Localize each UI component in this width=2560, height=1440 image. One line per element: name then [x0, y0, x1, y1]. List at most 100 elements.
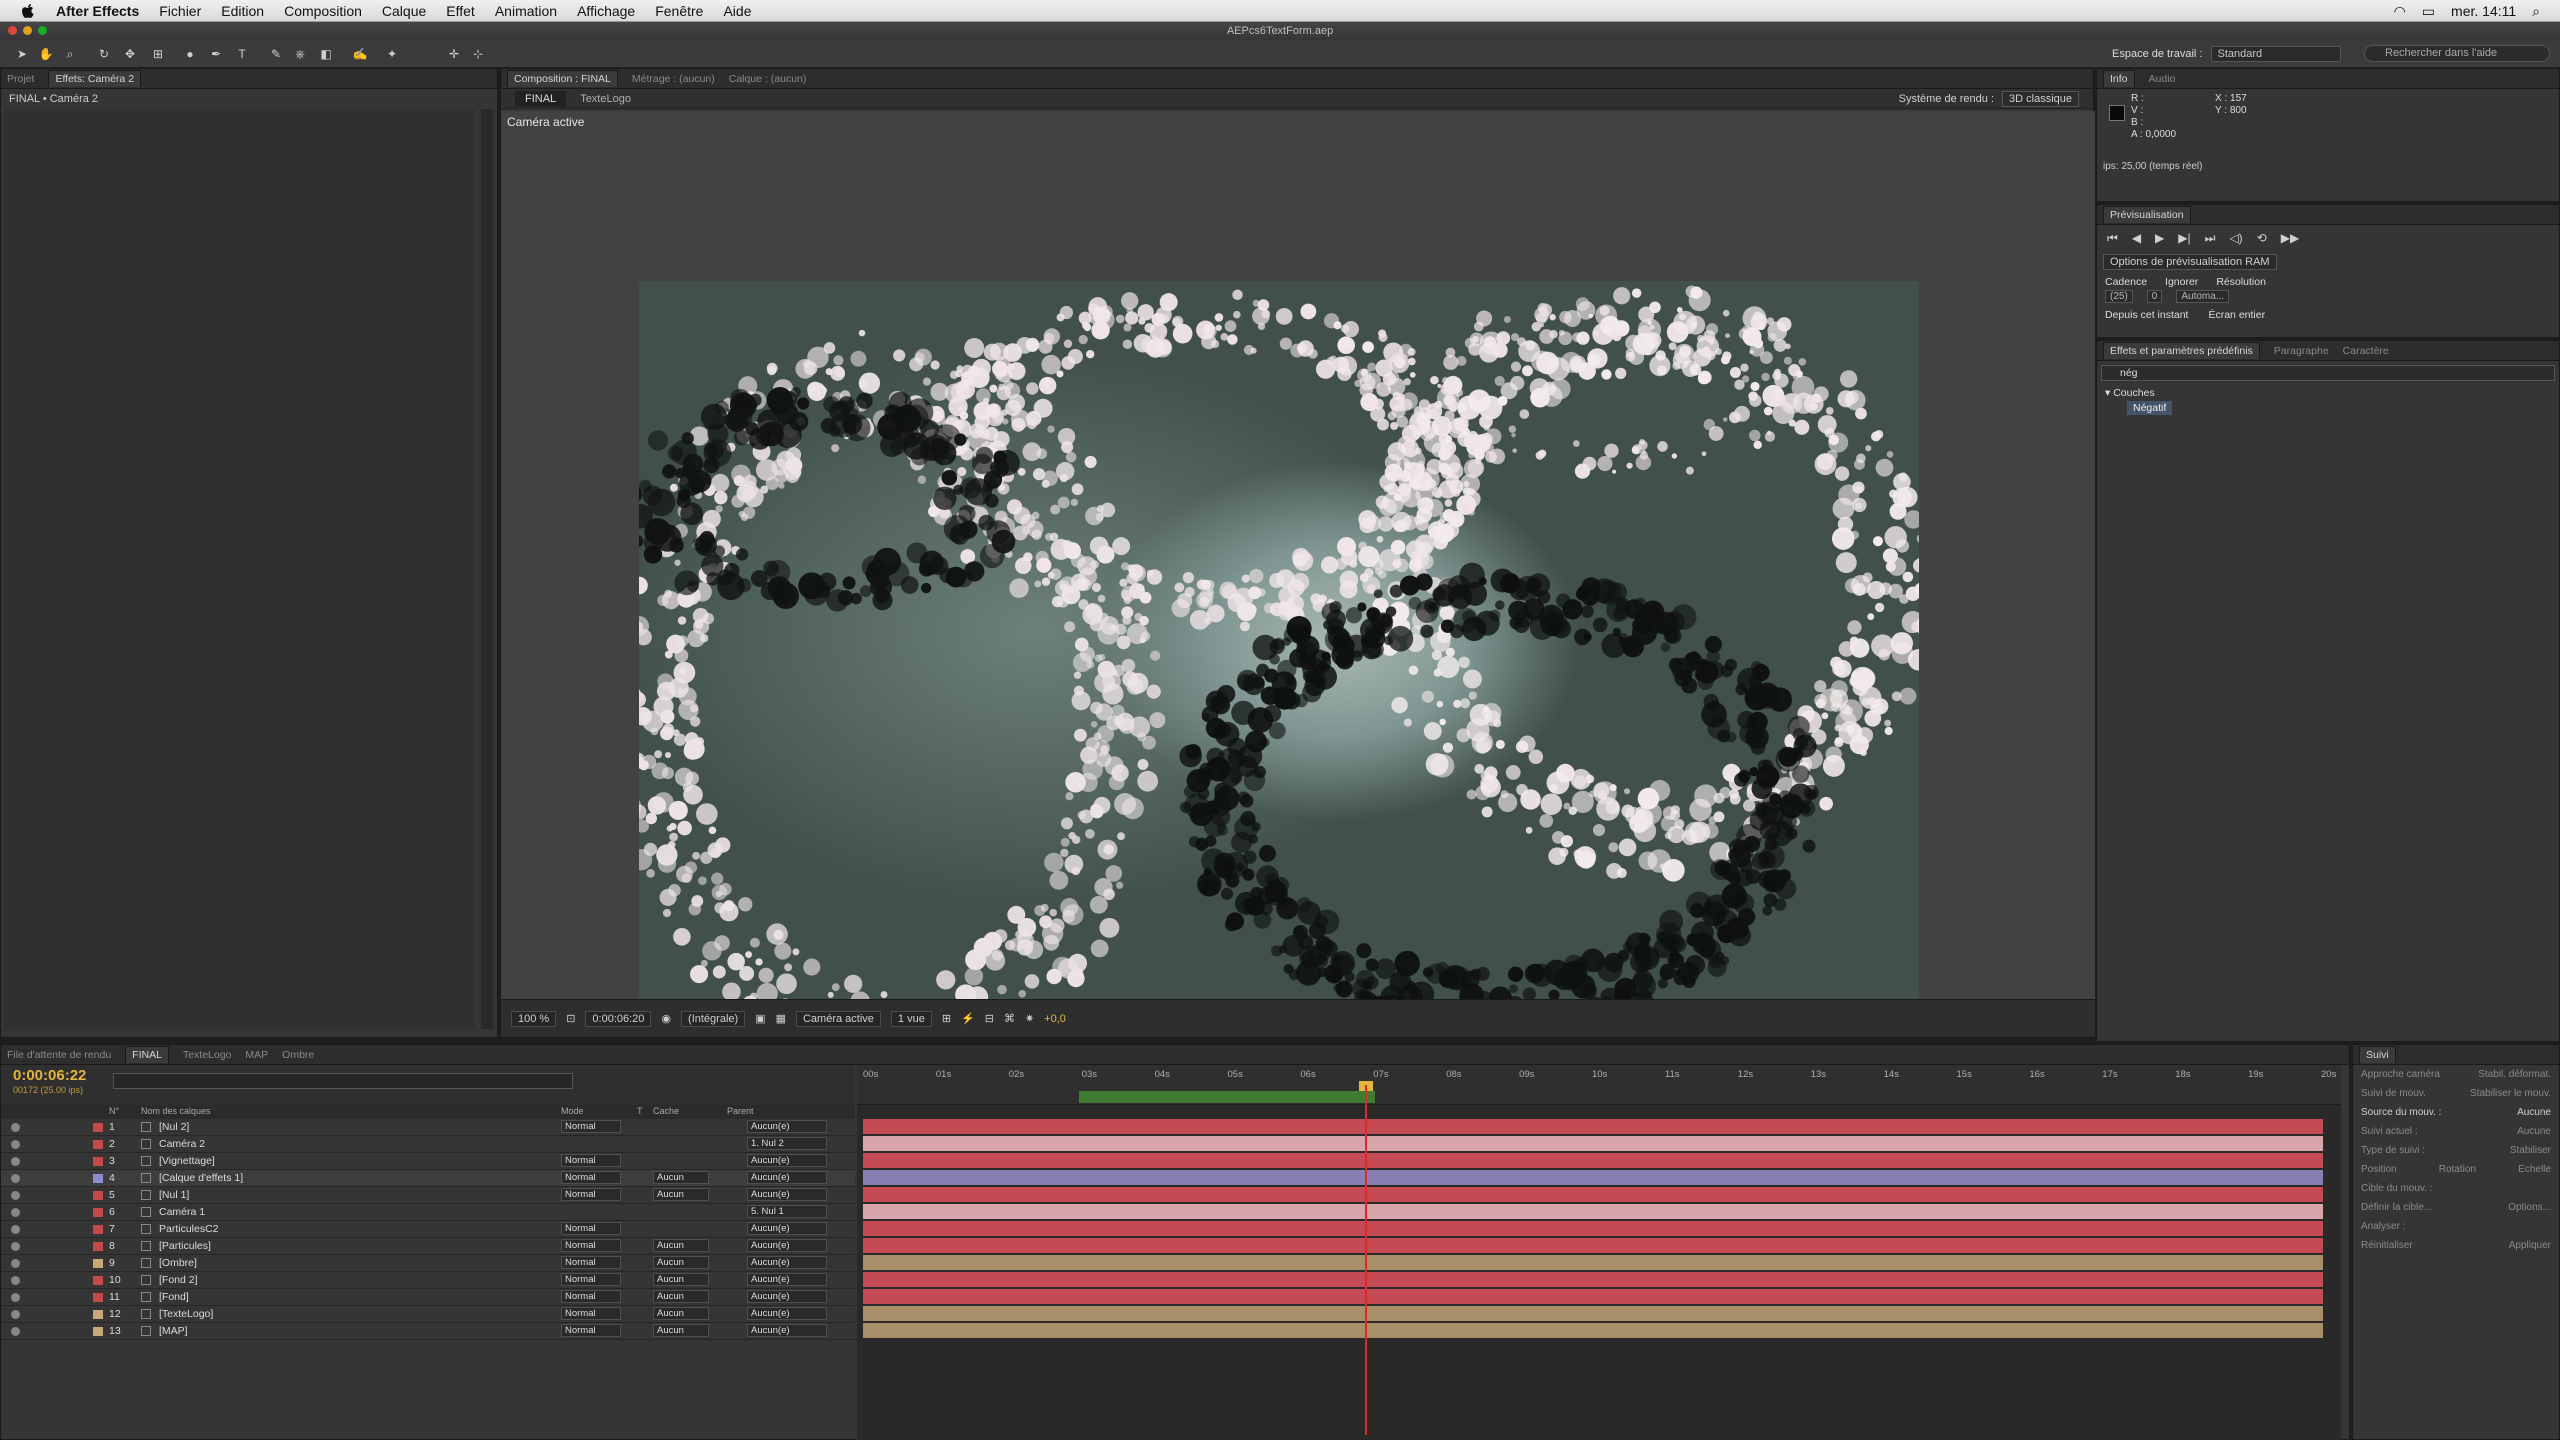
track-matte-dropdown[interactable]: Aucun: [653, 1171, 709, 1184]
layer-duration-bar[interactable]: [863, 1289, 2323, 1304]
rotate-tool-icon[interactable]: ↻: [96, 46, 112, 62]
layer-duration-bar[interactable]: [863, 1306, 2323, 1321]
time-ruler[interactable]: 00s 01s 02s 03s 04s 05s 06s 07s 08s 09s 10s 11s 12s 1…: [857, 1065, 2341, 1105]
visibility-eye-icon[interactable]: [11, 1225, 20, 1234]
layer-duration-bar[interactable]: [863, 1119, 2323, 1134]
transparency-grid-icon[interactable]: ▦: [776, 1012, 786, 1025]
ram-preview-icon[interactable]: ▶▶: [2281, 231, 2299, 246]
current-time-display[interactable]: 0:00:06:20: [585, 1010, 652, 1027]
label-color-swatch[interactable]: [93, 1191, 103, 1200]
tab-effect-controls[interactable]: Effets: Caméra 2: [48, 70, 142, 87]
exposure-icon[interactable]: ✷: [1025, 1012, 1034, 1025]
apple-logo-icon[interactable]: [18, 1, 38, 21]
tracker-row[interactable]: Définir la cible... Options...: [2353, 1198, 2559, 1217]
current-time-indicator[interactable]: [1365, 1085, 1367, 1435]
comp-frame[interactable]: [639, 281, 1919, 1001]
layer-row[interactable]: 7 ParticulesC2 Normal Aucun(e): [1, 1221, 855, 1238]
parent-dropdown[interactable]: Aucun(e): [747, 1171, 827, 1184]
tab-timeline-final[interactable]: FINAL: [125, 1046, 169, 1063]
hand-tool-icon[interactable]: ✋: [38, 46, 54, 62]
menu-app-name[interactable]: After Effects: [56, 3, 139, 19]
tracker-row[interactable]: Type de suivi : Stabiliser: [2353, 1141, 2559, 1160]
effect-controls-area[interactable]: [5, 109, 475, 1029]
layer-duration-bar[interactable]: [863, 1187, 2323, 1202]
brush-tool-icon[interactable]: ✎: [268, 46, 284, 62]
tab-timeline-textelogo[interactable]: TexteLogo: [183, 1049, 231, 1061]
layer-row[interactable]: 3 [Vignettage] Normal Aucun(e): [1, 1153, 855, 1170]
label-color-swatch[interactable]: [93, 1242, 103, 1251]
parent-dropdown[interactable]: Aucun(e): [747, 1188, 827, 1201]
tab-tracker[interactable]: Suivi: [2359, 1046, 2396, 1063]
layer-name[interactable]: Caméra 2: [159, 1138, 205, 1150]
layer-duration-bar[interactable]: [863, 1204, 2323, 1219]
tab-timeline-ombre[interactable]: Ombre: [282, 1049, 314, 1061]
world-axis-icon[interactable]: ⊹: [470, 46, 486, 62]
tab-footage[interactable]: Métrage : (aucun): [632, 73, 715, 85]
track-matte-dropdown[interactable]: Aucun: [653, 1307, 709, 1320]
fast-previews-icon[interactable]: ⚡: [961, 1012, 975, 1025]
selection-tool-icon[interactable]: ➤: [14, 46, 30, 62]
layer-row[interactable]: 13 [MAP] Normal Aucun Aucun(e): [1, 1323, 855, 1340]
label-color-swatch[interactable]: [93, 1140, 103, 1149]
previous-frame-icon[interactable]: ◀: [2132, 231, 2141, 246]
visibility-eye-icon[interactable]: [11, 1327, 20, 1336]
toggle-pixel-aspect-icon[interactable]: ⊞: [942, 1012, 951, 1025]
tracker-row[interactable]: Réinitialiser Appliquer: [2353, 1236, 2559, 1255]
resolution-dropdown[interactable]: (Intégrale): [681, 1010, 746, 1027]
layer-name[interactable]: [Fond 2]: [159, 1274, 198, 1286]
menu-composition[interactable]: Composition: [284, 3, 362, 19]
tab-timeline-map[interactable]: MAP: [245, 1049, 268, 1061]
blend-mode-dropdown[interactable]: Normal: [561, 1188, 621, 1201]
layer-name[interactable]: Caméra 1: [159, 1206, 205, 1218]
tab-audio[interactable]: Audio: [2149, 73, 2176, 85]
layer-duration-bar[interactable]: [863, 1170, 2323, 1185]
tab-render-queue[interactable]: File d'attente de rendu: [7, 1049, 111, 1061]
blend-mode-dropdown[interactable]: Normal: [561, 1290, 621, 1303]
blend-mode-dropdown[interactable]: Normal: [561, 1273, 621, 1286]
layer-duration-bar[interactable]: [863, 1272, 2323, 1287]
visibility-eye-icon[interactable]: [11, 1140, 20, 1149]
menu-affichage[interactable]: Affichage: [577, 3, 635, 19]
layer-name[interactable]: [MAP]: [159, 1325, 188, 1337]
exposure-value[interactable]: +0,0: [1044, 1013, 1066, 1025]
visibility-eye-icon[interactable]: [11, 1174, 20, 1183]
layer-name[interactable]: [TexteLogo]: [159, 1308, 213, 1320]
safe-zones-icon[interactable]: ⊡: [566, 1012, 575, 1025]
layer-duration-bar[interactable]: [863, 1136, 2323, 1151]
full-screen-checkbox[interactable]: Écran entier: [2208, 309, 2265, 321]
resolution-dropdown[interactable]: Automa...: [2176, 290, 2230, 303]
tab-effects-presets[interactable]: Effets et paramètres prédéfinis: [2103, 342, 2260, 359]
loop-icon[interactable]: ⟲: [2257, 231, 2267, 246]
effects-search-input[interactable]: nég: [2101, 365, 2555, 381]
track-matte-dropdown[interactable]: Aucun: [653, 1324, 709, 1337]
tab-project[interactable]: Projet: [7, 73, 34, 85]
visibility-eye-icon[interactable]: [11, 1293, 20, 1302]
pen-tool-icon[interactable]: ✒: [208, 46, 224, 62]
close-window-icon[interactable]: [8, 26, 17, 35]
menu-effet[interactable]: Effet: [446, 3, 475, 19]
parent-dropdown[interactable]: Aucun(e): [747, 1239, 827, 1252]
tab-character[interactable]: Caractère: [2343, 345, 2389, 357]
blend-mode-dropdown[interactable]: Normal: [561, 1307, 621, 1320]
layer-duration-bar[interactable]: [863, 1238, 2323, 1253]
label-color-swatch[interactable]: [93, 1310, 103, 1319]
spotlight-search-icon[interactable]: ⌕: [2532, 3, 2540, 20]
menu-calque[interactable]: Calque: [382, 3, 426, 19]
workspace-dropdown[interactable]: Standard: [2210, 46, 2341, 62]
visibility-eye-icon[interactable]: [11, 1123, 20, 1132]
layer-name[interactable]: [Ombre]: [159, 1257, 197, 1269]
puppet-pin-tool-icon[interactable]: ✦: [384, 46, 400, 62]
menu-edition[interactable]: Edition: [221, 3, 264, 19]
blend-mode-dropdown[interactable]: Normal: [561, 1324, 621, 1337]
local-axis-icon[interactable]: ✛: [446, 46, 462, 62]
help-search-input[interactable]: Rechercher dans l'aide: [2364, 45, 2550, 62]
label-color-swatch[interactable]: [93, 1174, 103, 1183]
3d-view-dropdown[interactable]: Caméra active: [795, 1010, 881, 1027]
track-matte-dropdown[interactable]: Aucun: [653, 1188, 709, 1201]
layer-row[interactable]: 4 [Calque d'effets 1] Normal Aucun Aucun(e): [1, 1170, 855, 1187]
eraser-tool-icon[interactable]: ◧: [318, 46, 334, 62]
view-layout-dropdown[interactable]: 1 vue: [890, 1010, 932, 1027]
last-frame-icon[interactable]: ⏭: [2205, 231, 2216, 246]
parent-dropdown[interactable]: 1. Nul 2: [747, 1137, 827, 1150]
clock[interactable]: mer. 14:11: [2451, 3, 2516, 19]
